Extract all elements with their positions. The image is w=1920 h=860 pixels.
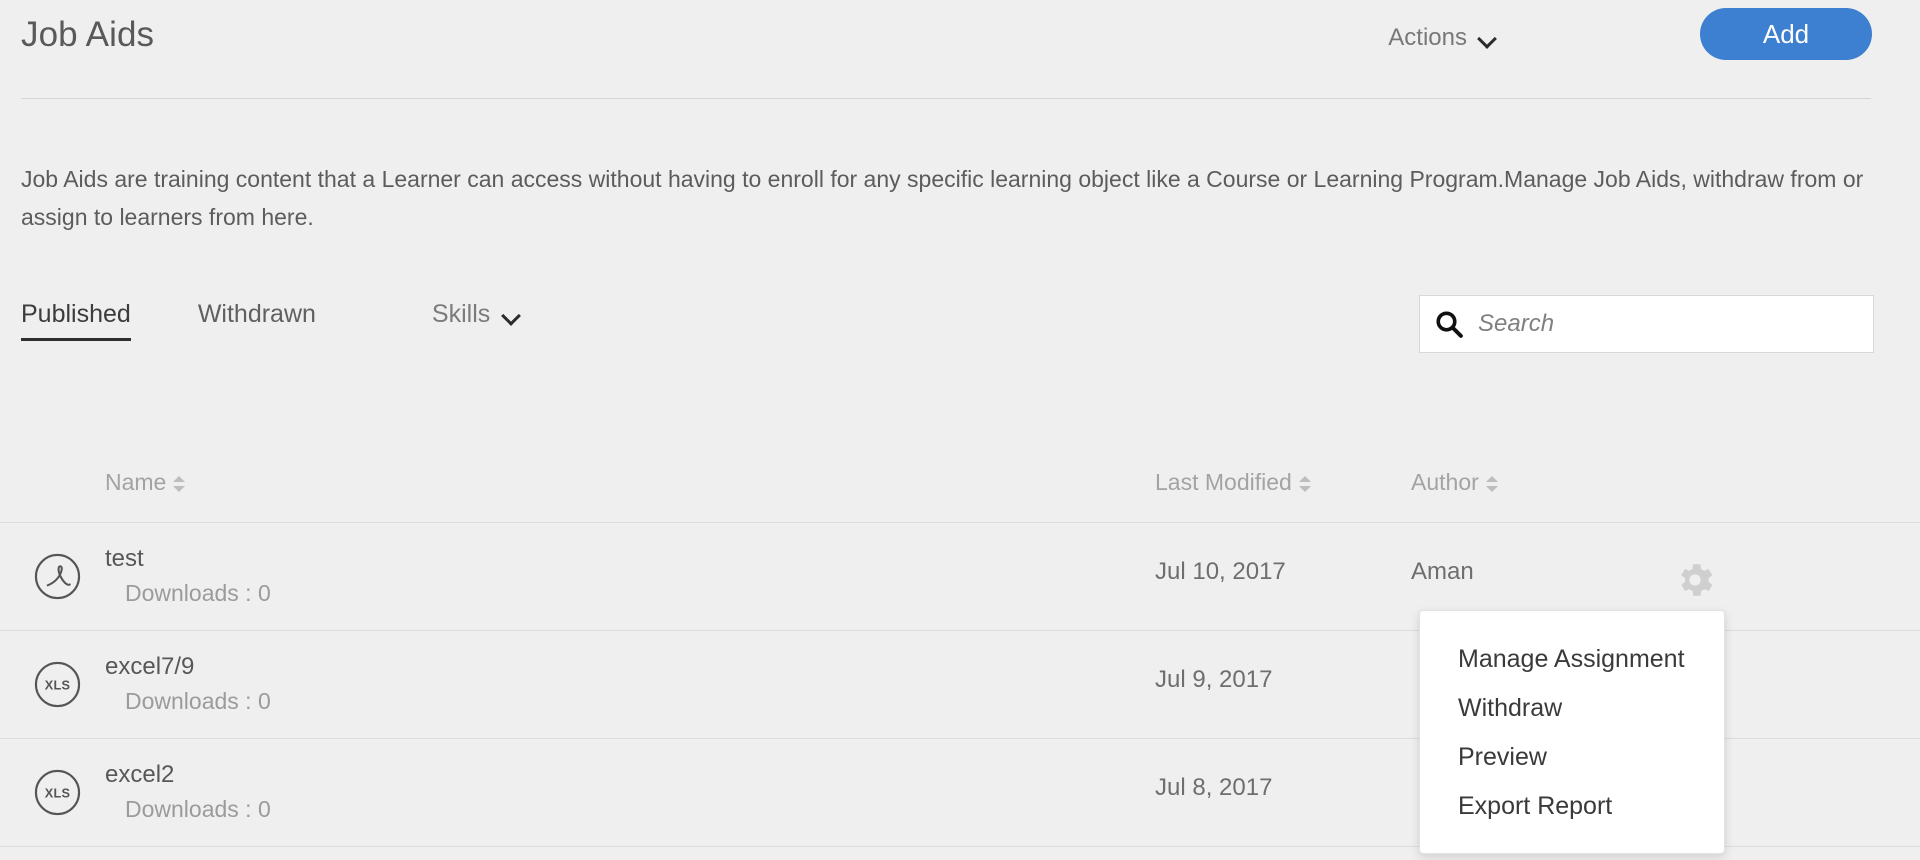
page-title: Job Aids [21,15,155,54]
downloads-count: Downloads : 0 [125,688,271,714]
search-input[interactable] [1478,296,1873,352]
xls-file-icon: XLS [34,661,81,708]
chevron-down-icon [1478,30,1496,48]
menu-item-withdraw[interactable]: Withdraw [1420,684,1724,733]
sort-arrows-icon [1485,473,1499,495]
downloads-count: Downloads : 0 [125,796,271,822]
row-gear-button[interactable] [1673,558,1717,602]
sort-arrows-icon [1298,473,1312,495]
skills-filter-label: Skills [431,300,491,328]
chevron-down-icon [502,307,520,325]
row-name-cell: excel7/9 Downloads : 0 [105,650,271,718]
row-name-cell: excel2 Downloads : 0 [105,758,271,826]
pdf-file-icon [34,553,81,600]
add-button[interactable]: Add [1700,8,1872,60]
file-name[interactable]: test [105,542,271,576]
tab-withdrawn[interactable]: Withdrawn [198,300,316,338]
last-modified-value: Jul 10, 2017 [1155,558,1286,585]
xls-file-icon: XLS [34,769,81,816]
skills-filter-dropdown[interactable]: Skills [432,300,520,338]
last-modified-value: Jul 9, 2017 [1155,666,1273,693]
job-aids-page: Job Aids Actions Add Job Aids are traini… [0,0,1920,860]
actions-dropdown[interactable]: Actions [1388,24,1496,52]
menu-item-export-report[interactable]: Export Report [1420,782,1724,831]
tab-published[interactable]: Published [21,300,131,341]
svg-text:XLS: XLS [45,677,71,692]
file-name[interactable]: excel7/9 [105,650,271,684]
author-value: Aman [1411,558,1474,585]
last-modified-value: Jul 8, 2017 [1155,774,1273,801]
column-header-label: Name [105,469,167,495]
row-context-menu: Manage Assignment Withdraw Preview Expor… [1419,610,1725,854]
page-description: Job Aids are training content that a Lea… [21,166,1864,230]
search-box[interactable] [1419,295,1874,353]
row-name-cell: test Downloads : 0 [105,542,271,610]
table-header-row: Name Last Modified Author [0,455,1920,522]
column-header-last-modified[interactable]: Last Modified [1155,469,1312,496]
tabs-row: Published Withdrawn Skills [21,300,520,341]
column-header-label: Last Modified [1155,469,1292,495]
search-icon [1436,311,1463,338]
column-header-label: Author [1411,469,1479,495]
svg-text:XLS: XLS [45,785,71,800]
column-header-author[interactable]: Author [1411,469,1499,496]
file-name[interactable]: excel2 [105,758,271,792]
downloads-count: Downloads : 0 [125,580,271,606]
header-divider [21,98,1871,99]
page-header: Job Aids Actions Add [0,0,1920,98]
gear-icon [1681,564,1713,596]
menu-item-manage-assignment[interactable]: Manage Assignment [1420,635,1724,684]
sort-arrows-icon [173,473,186,495]
menu-item-preview[interactable]: Preview [1420,733,1724,782]
actions-dropdown-label: Actions [1388,24,1467,51]
column-header-name[interactable]: Name [105,469,186,496]
